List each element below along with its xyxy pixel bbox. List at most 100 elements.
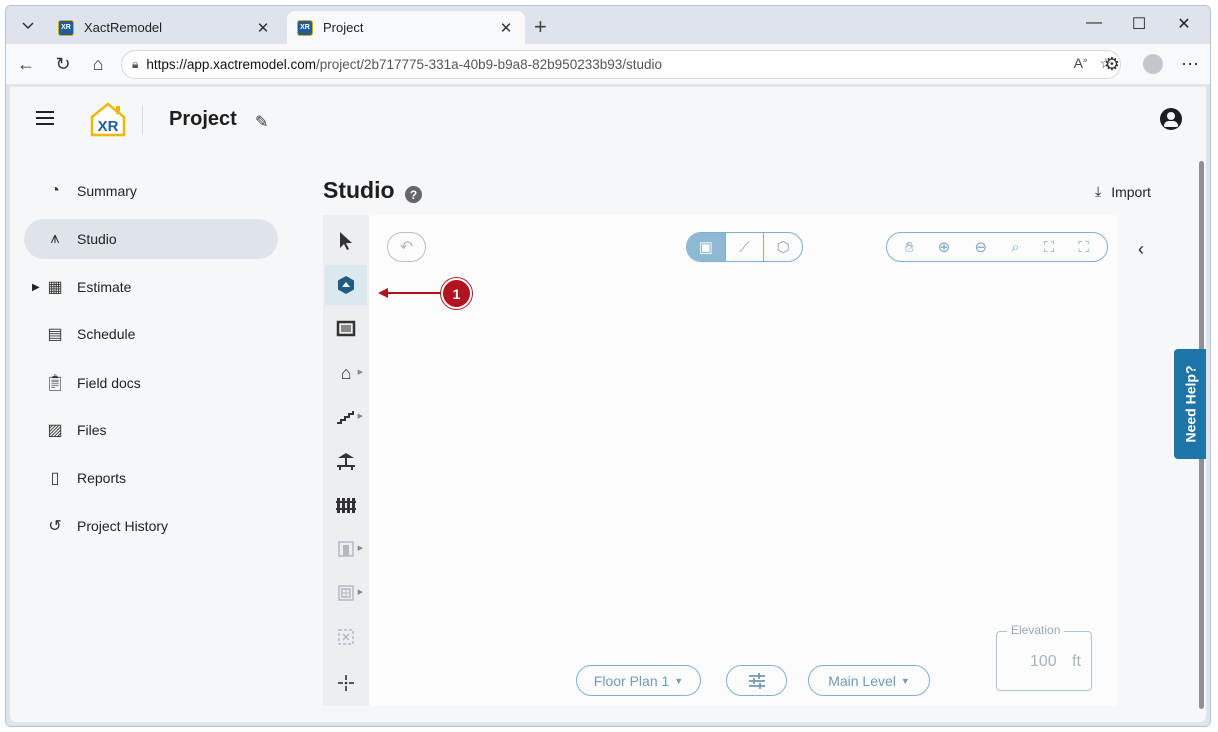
- submenu-arrow-icon: ▶: [357, 369, 363, 376]
- studio-toolbar: ⌂ ▶ ▶ ▶ ▶: [323, 215, 369, 706]
- page-title: Project: [169, 108, 237, 130]
- header-divider: [142, 105, 143, 135]
- sidebar-item-studio[interactable]: ⩚ Studio: [24, 219, 278, 259]
- tab-title: XactRemodel: [84, 20, 163, 35]
- back-icon[interactable]: ←: [14, 53, 38, 75]
- settings-sliders-button[interactable]: [726, 665, 787, 696]
- undo-icon[interactable]: ↶: [387, 232, 426, 262]
- caret-down-icon: ▼: [674, 675, 684, 686]
- level-dropdown[interactable]: Main Level ▼: [808, 665, 930, 696]
- sidebar-item-files[interactable]: ▨ Files: [24, 410, 278, 450]
- url-host: https://app.xactremodel.com: [146, 57, 316, 72]
- submenu-arrow-icon: ▶: [357, 545, 363, 552]
- lock-icon: 🔒︎: [132, 57, 139, 71]
- close-icon[interactable]: ✕: [254, 19, 272, 37]
- chevron-left-icon[interactable]: ‹: [1138, 239, 1144, 260]
- deck-icon[interactable]: [325, 441, 367, 481]
- elevation-label: Elevation: [1007, 623, 1065, 637]
- browser-window: XR XactRemodel ✕ XR Project ✕ + — ☐ ✕ ← …: [5, 5, 1211, 727]
- house-icon[interactable]: ⌂ ▶: [325, 353, 367, 393]
- room-cube-icon[interactable]: [325, 265, 367, 305]
- sliders-icon: [748, 672, 765, 689]
- submenu-arrow-icon: ▶: [357, 413, 363, 420]
- download-icon: ⤓: [1095, 183, 1102, 199]
- address-bar[interactable]: 🔒︎ https://app.xactremodel.com/project/2…: [121, 50, 1121, 79]
- profile-avatar-icon[interactable]: [1141, 53, 1165, 75]
- window-icon[interactable]: ▶: [325, 573, 367, 613]
- sidebar-item-schedule[interactable]: ▤ Schedule: [24, 314, 278, 354]
- home-icon[interactable]: ⌂: [86, 53, 110, 75]
- fence-icon[interactable]: [325, 485, 367, 525]
- floor-plan-view-icon[interactable]: ▣: [687, 233, 725, 261]
- callout-badge: 1: [441, 278, 472, 309]
- sidebar-item-project-history[interactable]: ↺ Project History: [24, 506, 278, 546]
- view-mode-toggle: ▣ ⟋ ⬡: [686, 232, 803, 262]
- opening-icon[interactable]: [325, 617, 367, 657]
- import-button[interactable]: ⤓ Import: [1095, 183, 1151, 200]
- extensions-icon[interactable]: ⚙: [1100, 53, 1124, 75]
- minimize-icon[interactable]: —: [1074, 14, 1114, 32]
- pencil-edit-icon[interactable]: ✎: [255, 112, 268, 132]
- sidebar-item-label: Files: [77, 422, 107, 438]
- close-icon[interactable]: ✕: [497, 19, 515, 37]
- zoom-out-icon[interactable]: ⊖: [974, 238, 987, 256]
- close-window-icon[interactable]: ✕: [1164, 14, 1204, 34]
- tab-project[interactable]: XR Project ✕: [287, 11, 525, 44]
- calendar-icon: ▤: [47, 326, 63, 343]
- pointer-icon[interactable]: [325, 221, 367, 261]
- read-aloud-icon[interactable]: A»: [1074, 55, 1088, 72]
- more-options-icon[interactable]: ⋯: [1178, 53, 1202, 75]
- expand-caret-icon[interactable]: ▶: [32, 282, 40, 293]
- hamburger-menu-icon[interactable]: [36, 111, 54, 125]
- sidebar-item-label: Summary: [77, 183, 137, 199]
- pan-hand-icon[interactable]: ✋︎: [905, 239, 914, 256]
- sidebar-item-label: Reports: [77, 470, 127, 486]
- sidebar-item-label: Schedule: [77, 326, 136, 342]
- sidebar-item-reports[interactable]: ▯ Reports: [24, 458, 278, 498]
- elevation-view-icon[interactable]: ⟋: [724, 233, 764, 261]
- calculator-icon: ▦: [47, 279, 63, 296]
- xactremodel-logo[interactable]: XR: [88, 101, 128, 137]
- sidebar-item-field-docs[interactable]: 📋︎ Field docs: [24, 363, 278, 403]
- new-tab-icon[interactable]: +: [534, 14, 547, 40]
- zoom-in-icon[interactable]: ⊕: [938, 238, 951, 256]
- fullscreen-icon[interactable]: ⛶: [1078, 239, 1089, 256]
- zoom-fit-icon[interactable]: ⌕: [1011, 239, 1019, 256]
- sidebar-item-summary[interactable]: ◔ Summary: [24, 171, 278, 211]
- zoom-selection-icon[interactable]: ⛶: [1044, 239, 1055, 256]
- floor-plan-dropdown[interactable]: Floor Plan 1 ▼: [576, 665, 701, 696]
- chevron-down-icon: [22, 22, 34, 30]
- address-bar-row: ← ↻ ⌂ 🔒︎ https://app.xactremodel.com/pro…: [6, 44, 1210, 84]
- 3d-view-icon[interactable]: ⬡: [763, 233, 802, 261]
- tab-xactremodel[interactable]: XR XactRemodel ✕: [48, 11, 282, 44]
- help-icon[interactable]: ?: [405, 186, 422, 203]
- url-path: /project/2b717775-331a-40b9-b9a8-82b9502…: [315, 57, 663, 72]
- studio-canvas[interactable]: ↶ ▣ ⟋ ⬡ ✋︎ ⊕ ⊖ ⌕ ⛶ ⛶ Floor Plan 1▼ Main: [369, 215, 1117, 706]
- studio-title: Studio: [323, 177, 395, 203]
- import-label: Import: [1111, 183, 1151, 200]
- wall-icon[interactable]: [325, 309, 367, 349]
- sidebar-item-estimate[interactable]: ▶ ▦ Estimate: [24, 267, 278, 307]
- compass-icon: ⩚: [50, 230, 60, 247]
- account-icon[interactable]: [1160, 108, 1182, 130]
- tab-strip: XR XactRemodel ✕ XR Project ✕ + — ☐ ✕: [6, 6, 1210, 44]
- level-label: Main Level: [828, 672, 896, 689]
- crosshair-icon[interactable]: [325, 663, 367, 703]
- door-icon[interactable]: ▶: [325, 529, 367, 569]
- tab-title: Project: [323, 20, 364, 35]
- sidebar-item-label: Field docs: [77, 375, 141, 391]
- history-icon: ↺: [48, 518, 62, 535]
- app-page: XR Project ✎ ◔ Summary ⩚ Studio ▶ ▦ Esti…: [10, 86, 1206, 722]
- elevation-unit: ft: [1072, 653, 1081, 670]
- sidebar-item-label: Estimate: [77, 279, 132, 295]
- app-header: XR Project ✎: [10, 87, 1206, 151]
- maximize-icon[interactable]: ☐: [1119, 14, 1159, 34]
- tab-actions-menu[interactable]: [14, 13, 42, 39]
- callout-arrow: [378, 288, 448, 298]
- need-help-label: Need Help?: [1182, 365, 1199, 443]
- zoom-toolbar: ✋︎ ⊕ ⊖ ⌕ ⛶ ⛶: [886, 232, 1108, 262]
- refresh-icon[interactable]: ↻: [51, 53, 75, 75]
- need-help-button[interactable]: Need Help?: [1174, 349, 1206, 459]
- elevation-field[interactable]: Elevation 100 ft: [996, 623, 1092, 691]
- stairs-icon[interactable]: ▶: [325, 397, 367, 437]
